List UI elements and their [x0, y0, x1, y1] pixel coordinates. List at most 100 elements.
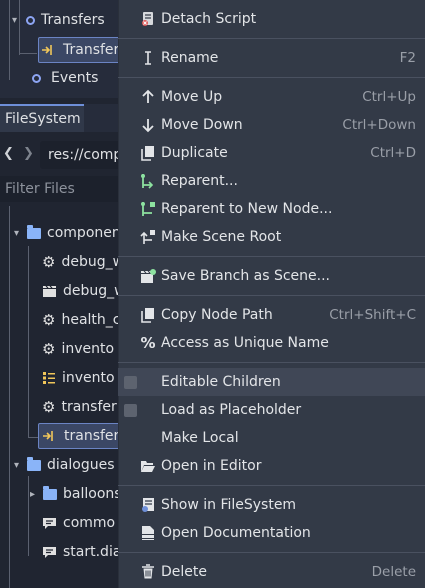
- tree-item-label: Events: [51, 70, 99, 86]
- fs-item-label: balloons: [63, 486, 122, 502]
- checkbox-load-as-placeholder[interactable]: [121, 401, 139, 419]
- dialogue-icon: [42, 546, 57, 559]
- menu-item-make-scene-root[interactable]: Make Scene Root: [118, 223, 425, 251]
- arrow-down-icon: [139, 116, 157, 134]
- tree-guide: [28, 476, 29, 556]
- fs-item-balloons[interactable]: ▸ balloons: [30, 483, 122, 505]
- reparent-icon: [139, 172, 157, 190]
- path-input[interactable]: res://comp: [40, 141, 130, 169]
- fs-item-label: invento: [62, 370, 115, 386]
- menu-item-label: Make Local: [161, 430, 239, 446]
- chevron-right-icon[interactable]: ❯: [23, 146, 34, 161]
- menu-item-label: Open Documentation: [161, 525, 311, 541]
- fs-item-label: componen: [47, 225, 121, 241]
- chevron-down-icon: ▾: [12, 14, 18, 26]
- chevron-down-icon: ▾: [14, 459, 20, 471]
- fs-item-label: debug_w: [63, 283, 126, 299]
- scene-tree-item-transfers[interactable]: ▾ Transfers: [12, 9, 105, 31]
- fs-item-file[interactable]: debug_w: [42, 280, 126, 302]
- menu-item-load-as-placeholder[interactable]: Load as Placeholder: [118, 396, 425, 424]
- menu-item-open-documentation[interactable]: Open Documentation: [118, 519, 425, 547]
- scene-clapper-icon: [42, 285, 57, 298]
- fs-item-file[interactable]: ⚙ health_c: [42, 309, 120, 331]
- menu-separator: [118, 362, 425, 363]
- instance-icon: [41, 43, 55, 57]
- fs-item-file[interactable]: ⚙ debug_w: [42, 251, 124, 273]
- checkbox-editable-children[interactable]: [121, 373, 139, 391]
- copy-path-icon: [139, 306, 157, 324]
- gear-icon: ⚙: [42, 311, 56, 329]
- menu-item-detach-script[interactable]: Detach Script: [118, 5, 425, 33]
- tree-item-label: Transfers: [41, 12, 105, 28]
- menu-shortcut: Ctrl+Up: [362, 89, 416, 105]
- menu-separator: [118, 552, 425, 553]
- chevron-left-icon[interactable]: ❮: [3, 146, 14, 161]
- tab-label: FileSystem: [5, 111, 81, 127]
- menu-item-delete[interactable]: Delete Delete: [118, 558, 425, 586]
- fs-item-label: debug_w: [61, 254, 125, 270]
- fs-item-file[interactable]: start.dia: [42, 541, 121, 563]
- folder-icon: [27, 224, 42, 239]
- menu-item-access-as-unique-name[interactable]: % Access as Unique Name: [118, 329, 425, 357]
- tree-guide: [9, 206, 10, 588]
- chevron-down-icon: ▾: [14, 227, 20, 239]
- node-icon: [26, 15, 36, 25]
- tree-guide: [28, 246, 29, 438]
- scene-tree-item-transfer[interactable]: Transfer: [41, 39, 119, 61]
- fs-item-file[interactable]: commo: [42, 512, 115, 534]
- reparent-new-node-icon: [139, 200, 157, 218]
- fs-item-label: health_c: [61, 312, 121, 328]
- fs-item-file[interactable]: ⚙ invento: [42, 338, 114, 360]
- menu-item-editable-children[interactable]: Editable Children: [118, 368, 425, 396]
- duplicate-icon: [139, 144, 157, 162]
- fs-item-label: start.dia: [63, 544, 122, 560]
- menu-shortcut: Delete: [371, 564, 416, 580]
- tab-filesystem[interactable]: FileSystem: [0, 104, 84, 132]
- tree-item-label: Transfer: [63, 42, 120, 58]
- filter-files-input[interactable]: Filter Files: [0, 176, 118, 202]
- menu-shortcut: Ctrl+D: [370, 145, 416, 161]
- save-branch-icon: [139, 267, 157, 285]
- documentation-icon: [139, 524, 157, 542]
- menu-item-label: Move Down: [161, 117, 243, 133]
- menu-item-show-in-filesystem[interactable]: Show in FileSystem: [118, 491, 425, 519]
- filter-placeholder: Filter Files: [5, 181, 75, 197]
- menu-item-label: Access as Unique Name: [161, 335, 329, 351]
- menu-shortcut: F2: [399, 50, 416, 66]
- menu-separator: [118, 485, 425, 486]
- fs-item-file[interactable]: ⚙ transfer: [42, 396, 117, 418]
- dialogue-icon: [42, 517, 57, 530]
- menu-item-duplicate[interactable]: Duplicate Ctrl+D: [118, 139, 425, 167]
- menu-item-reparent[interactable]: Reparent...: [118, 167, 425, 195]
- menu-item-label: Reparent to New Node...: [161, 201, 333, 217]
- menu-item-save-branch-as-scene[interactable]: Save Branch as Scene...: [118, 262, 425, 290]
- folder-icon: [27, 456, 42, 471]
- fs-item-components[interactable]: ▾ componen: [14, 222, 121, 244]
- fs-item-label: transfer: [61, 399, 117, 415]
- menu-item-label: Load as Placeholder: [161, 402, 302, 418]
- menu-item-open-in-editor[interactable]: Open in Editor: [118, 452, 425, 480]
- menu-separator: [118, 295, 425, 296]
- tree-guide: [28, 437, 38, 438]
- fs-item-label: commo: [63, 515, 116, 531]
- tree-guide: [9, 0, 10, 80]
- menu-shortcut: Ctrl+Shift+C: [329, 307, 416, 323]
- tree-guide: [19, 53, 37, 54]
- menu-separator: [118, 256, 425, 257]
- fs-item-file[interactable]: invento: [42, 367, 115, 389]
- menu-item-label: Copy Node Path: [161, 307, 273, 323]
- menu-item-reparent-to-new-node[interactable]: Reparent to New Node...: [118, 195, 425, 223]
- menu-item-move-down[interactable]: Move Down Ctrl+Down: [118, 111, 425, 139]
- scene-tree-item-events[interactable]: Events: [32, 67, 98, 89]
- menu-item-move-up[interactable]: Move Up Ctrl+Up: [118, 83, 425, 111]
- menu-item-make-local[interactable]: Make Local: [118, 424, 425, 452]
- menu-item-label: Open in Editor: [161, 458, 262, 474]
- fs-item-file[interactable]: transfer: [42, 425, 119, 447]
- resource-list-icon: [42, 371, 56, 385]
- menu-item-rename[interactable]: Rename F2: [118, 44, 425, 72]
- fs-item-dialogues[interactable]: ▾ dialogues: [14, 454, 115, 476]
- percent-icon: %: [140, 334, 156, 352]
- menu-item-copy-node-path[interactable]: Copy Node Path Ctrl+Shift+C: [118, 301, 425, 329]
- make-root-icon: [139, 228, 157, 246]
- fs-item-label: transfer: [64, 428, 120, 444]
